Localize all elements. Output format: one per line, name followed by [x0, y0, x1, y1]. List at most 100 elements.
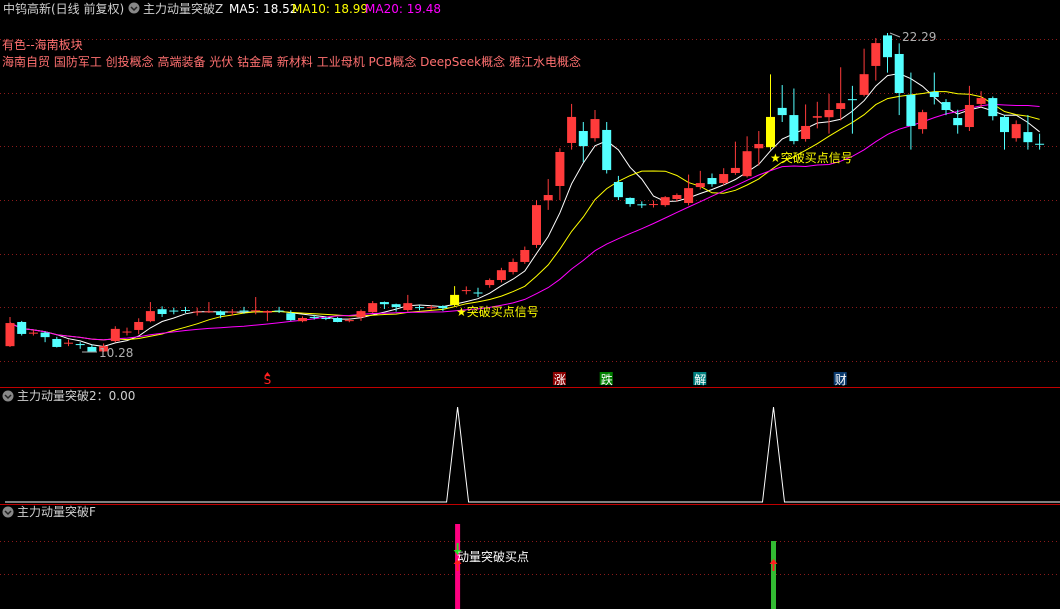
candle: [52, 336, 62, 348]
candle-body: [1011, 124, 1021, 139]
candle-body: [134, 321, 144, 330]
candle-body: [520, 250, 530, 262]
candle-body: [953, 117, 963, 126]
candle-body: [356, 311, 366, 318]
candle: [1035, 133, 1045, 150]
breakout-signal-label-1: ★突破买点信号: [456, 304, 539, 319]
candle-body: [508, 261, 518, 273]
breakout-signal-label-2: ★突破买点信号: [770, 150, 853, 165]
candle: [660, 196, 670, 207]
concepts-label: 海南自贸 国防军工 创投概念 高端装备 光伏 钴金属 新材料 工业母机 PCB概…: [2, 54, 581, 69]
low-price-label: 10.28: [99, 346, 133, 360]
candle-body: [754, 144, 764, 149]
candle-body: [964, 104, 974, 128]
candle: [555, 148, 565, 201]
ma20-label: MA20: 19.48: [365, 2, 441, 16]
candle-body: [391, 304, 401, 308]
candle: [122, 327, 132, 336]
candle: [883, 33, 892, 73]
candle: [333, 316, 343, 323]
candle-body: [5, 323, 15, 347]
candle-body: [227, 311, 237, 313]
event-marker[interactable]: 跌: [599, 372, 613, 387]
high-price-label: 22.29: [902, 30, 936, 44]
panel2-menu-icon[interactable]: [2, 390, 14, 402]
candle: [40, 331, 50, 343]
event-marker-text: 解: [694, 373, 706, 387]
candle-body: [567, 116, 577, 143]
event-markers[interactable]: S涨跌解财: [264, 372, 847, 387]
candle-body: [496, 270, 506, 281]
candle: [964, 85, 974, 132]
candle-body: [859, 74, 869, 95]
candle: [695, 170, 705, 190]
candle: [508, 258, 518, 275]
candle-body: [204, 311, 214, 313]
candle-body: [801, 125, 811, 139]
candle-body: [532, 205, 541, 245]
panel3-buy-label: 动量突破买点: [457, 549, 529, 564]
candle-body: [578, 131, 588, 147]
candle-body: [40, 332, 50, 338]
candle-body: [918, 112, 928, 130]
candle: [941, 99, 951, 116]
event-marker-text: S: [264, 373, 272, 387]
candle-body: [660, 197, 670, 206]
candle-body: [847, 99, 857, 101]
candle: [1011, 120, 1021, 142]
candle: [707, 173, 717, 187]
candle: [485, 278, 495, 288]
panel3-menu-icon[interactable]: [2, 506, 14, 518]
candle-body: [368, 303, 378, 313]
candle: [496, 267, 506, 283]
candle-body: [87, 346, 97, 352]
event-marker[interactable]: 解: [693, 372, 706, 387]
candle: [403, 294, 413, 312]
high-price-annotation: 22.29: [889, 30, 936, 44]
indicator-menu-icon[interactable]: [128, 2, 140, 14]
candle: [298, 316, 307, 323]
candle-body: [415, 307, 424, 309]
candle-body: [1035, 143, 1045, 145]
candle: [649, 200, 658, 208]
candle-body: [719, 174, 729, 184]
candle: [532, 200, 541, 248]
candle: [134, 318, 144, 335]
event-marker[interactable]: 涨: [552, 372, 566, 387]
candle: [87, 344, 97, 352]
candle-body: [836, 103, 846, 109]
candle-body: [1023, 132, 1033, 143]
candle-body: [344, 320, 354, 322]
candle: [368, 301, 378, 313]
event-marker-text: 财: [835, 373, 847, 387]
candle-body: [824, 110, 834, 118]
candle: [871, 38, 881, 81]
candle: [684, 174, 694, 206]
candle: [145, 302, 155, 323]
candle-body: [485, 280, 495, 286]
candle: [847, 85, 857, 134]
candle-body: [684, 188, 694, 203]
candle: [450, 286, 460, 307]
candle-body: [379, 302, 389, 305]
candle: [789, 88, 799, 145]
event-marker[interactable]: 财: [833, 372, 847, 387]
arrow-up-icon: [769, 559, 778, 571]
candle-body: [28, 332, 38, 334]
stock-chart[interactable]: S 涨 跌 解 财 中钨高新(日线 前复权) 主力动量突破Z MA5: 18.52 MA…: [0, 0, 1060, 609]
event-marker[interactable]: S: [264, 372, 272, 387]
candle-body: [262, 311, 272, 313]
candle-body: [157, 309, 167, 315]
candle: [859, 48, 869, 97]
candle-body: [438, 306, 448, 309]
candle: [567, 103, 577, 150]
candle: [602, 121, 612, 174]
candle-body: [75, 344, 85, 346]
candle-body: [333, 318, 343, 322]
panel2-signal-line: [5, 406, 1060, 503]
sector-label: 有色--海南板块: [2, 37, 83, 52]
candle-body: [672, 195, 682, 200]
candle-body: [169, 310, 179, 312]
candle-body: [122, 331, 132, 333]
candle: [520, 246, 530, 264]
